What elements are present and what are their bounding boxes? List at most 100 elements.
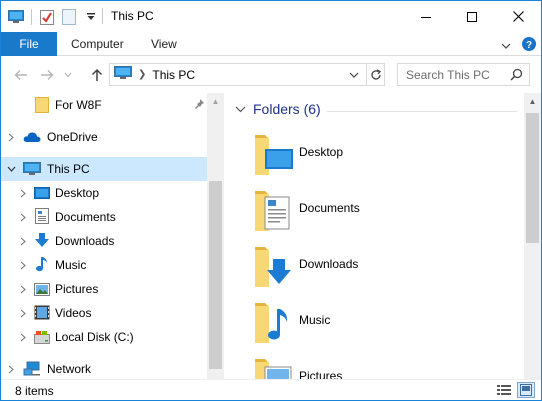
forward-arrow-icon [41, 70, 54, 80]
scroll-up-arrow-icon[interactable]: ▲ [524, 93, 541, 110]
content-pane: Folders (6) Desktop Documents Downloads … [225, 93, 524, 379]
navigation-pane: For W8F OneDrive This PC Desktop Documen… [1, 93, 207, 379]
sidebar-item-network[interactable]: Network [1, 357, 207, 379]
this-pc-icon[interactable] [7, 8, 25, 26]
desktop-folder-icon [255, 135, 293, 175]
sidebar-item-pictures[interactable]: Pictures [1, 277, 207, 301]
item-count: 8 items [15, 384, 54, 398]
folder-item-pictures[interactable]: Pictures [251, 353, 501, 379]
close-icon [512, 11, 524, 22]
chevron-right-icon[interactable] [18, 205, 28, 229]
forward-button[interactable] [37, 65, 57, 85]
customize-dropdown-icon[interactable] [82, 8, 100, 26]
properties-icon[interactable] [38, 8, 56, 26]
content-scrollbar[interactable]: ▲ [524, 93, 541, 379]
chevron-down-icon[interactable] [6, 157, 16, 181]
group-divider [327, 111, 517, 112]
content-scroll-thumb[interactable] [526, 113, 539, 243]
downloads-folder-icon [255, 247, 291, 287]
folder-label: Documents [299, 201, 360, 215]
close-button[interactable] [495, 1, 541, 32]
refresh-button[interactable] [366, 64, 384, 85]
folder-item-desktop[interactable]: Desktop [251, 129, 501, 181]
folder-label: Downloads [299, 257, 359, 271]
network-icon [23, 360, 41, 378]
address-bar[interactable]: ❯ This PC [109, 63, 385, 86]
group-header-folders[interactable]: Folders (6) [233, 101, 321, 117]
sidebar-item-for-w8f[interactable]: For W8F [1, 93, 207, 117]
refresh-icon [370, 68, 381, 80]
help-icon[interactable]: ? [521, 36, 537, 55]
large-icons-view-icon [520, 384, 532, 396]
title-separator [102, 8, 103, 24]
music-icon [33, 255, 51, 273]
back-button[interactable] [11, 65, 31, 85]
ribbon-controls: ? [501, 36, 537, 55]
documents-icon [33, 207, 51, 225]
chevron-right-icon[interactable] [6, 357, 16, 379]
tab-view[interactable]: View [151, 32, 177, 56]
expand-ribbon-icon[interactable] [501, 39, 511, 53]
folder-label: Pictures [299, 369, 343, 379]
sidebar-item-local-disk-c[interactable]: Local Disk (C:) [1, 325, 207, 349]
pin-icon[interactable] [193, 98, 205, 113]
details-view-button[interactable] [495, 382, 513, 398]
tab-computer[interactable]: Computer [71, 32, 124, 56]
navigation-scrollbar[interactable]: ▲ [207, 93, 224, 379]
qat-separator [31, 9, 32, 25]
pictures-folder-icon [255, 359, 292, 379]
sidebar-item-desktop[interactable]: Desktop [1, 181, 207, 205]
back-arrow-icon [14, 70, 27, 80]
chevron-right-icon[interactable] [18, 181, 28, 205]
sidebar-item-downloads[interactable]: Downloads [1, 229, 207, 253]
local-disk-icon [33, 328, 51, 346]
minimize-icon [421, 16, 431, 18]
navigation-scroll-thumb[interactable] [209, 181, 222, 369]
sidebar-item-this-pc[interactable]: This PC [1, 157, 207, 181]
onedrive-icon [23, 128, 41, 146]
sidebar-item-documents[interactable]: Documents [1, 205, 207, 229]
search-box[interactable]: Search This PC [397, 63, 530, 86]
view-switcher [495, 382, 535, 398]
chevron-right-icon[interactable] [18, 253, 28, 277]
minimize-button[interactable] [403, 1, 449, 32]
scroll-up-arrow-icon[interactable]: ▲ [207, 93, 224, 110]
tab-file[interactable]: File [1, 32, 57, 56]
group-title: Folders (6) [253, 101, 321, 117]
large-icons-view-button[interactable] [517, 382, 535, 398]
chevron-right-icon[interactable] [18, 301, 28, 325]
chevron-down-icon [349, 72, 359, 78]
downloads-icon [33, 231, 51, 249]
address-history-dropdown[interactable] [346, 67, 362, 83]
sidebar-item-onedrive[interactable]: OneDrive [1, 125, 207, 149]
up-button[interactable] [87, 65, 107, 85]
this-pc-icon [23, 160, 41, 178]
folder-item-documents[interactable]: Documents [251, 185, 501, 237]
folder-label: Desktop [299, 145, 344, 159]
breadcrumb-chevron-icon[interactable]: ❯ [138, 69, 146, 80]
chevron-right-icon[interactable] [18, 325, 28, 349]
recent-locations-button[interactable] [61, 65, 75, 85]
chevron-right-icon[interactable] [6, 125, 16, 149]
chevron-right-icon[interactable] [18, 229, 28, 253]
new-folder-icon[interactable] [60, 8, 78, 26]
folder-icon [33, 96, 51, 114]
maximize-button[interactable] [449, 1, 495, 32]
search-icon[interactable] [507, 66, 525, 84]
status-bar: 8 items [1, 379, 541, 400]
sidebar-item-videos[interactable]: Videos [1, 301, 207, 325]
chevron-right-icon[interactable] [18, 277, 28, 301]
search-input[interactable]: Search This PC [406, 68, 507, 82]
svg-text:?: ? [526, 40, 532, 51]
window-title: This PC [111, 9, 154, 23]
breadcrumb-this-pc[interactable]: This PC [152, 68, 195, 82]
quick-access-toolbar [7, 7, 100, 27]
music-folder-icon [255, 303, 288, 343]
address-toolbar: ❯ This PC Search This PC [1, 57, 541, 93]
documents-folder-icon [255, 191, 290, 231]
chevron-down-icon[interactable] [233, 102, 247, 116]
folder-item-music[interactable]: Music [251, 297, 501, 349]
folder-item-downloads[interactable]: Downloads [251, 241, 501, 293]
videos-icon [33, 303, 51, 321]
sidebar-item-music[interactable]: Music [1, 253, 207, 277]
